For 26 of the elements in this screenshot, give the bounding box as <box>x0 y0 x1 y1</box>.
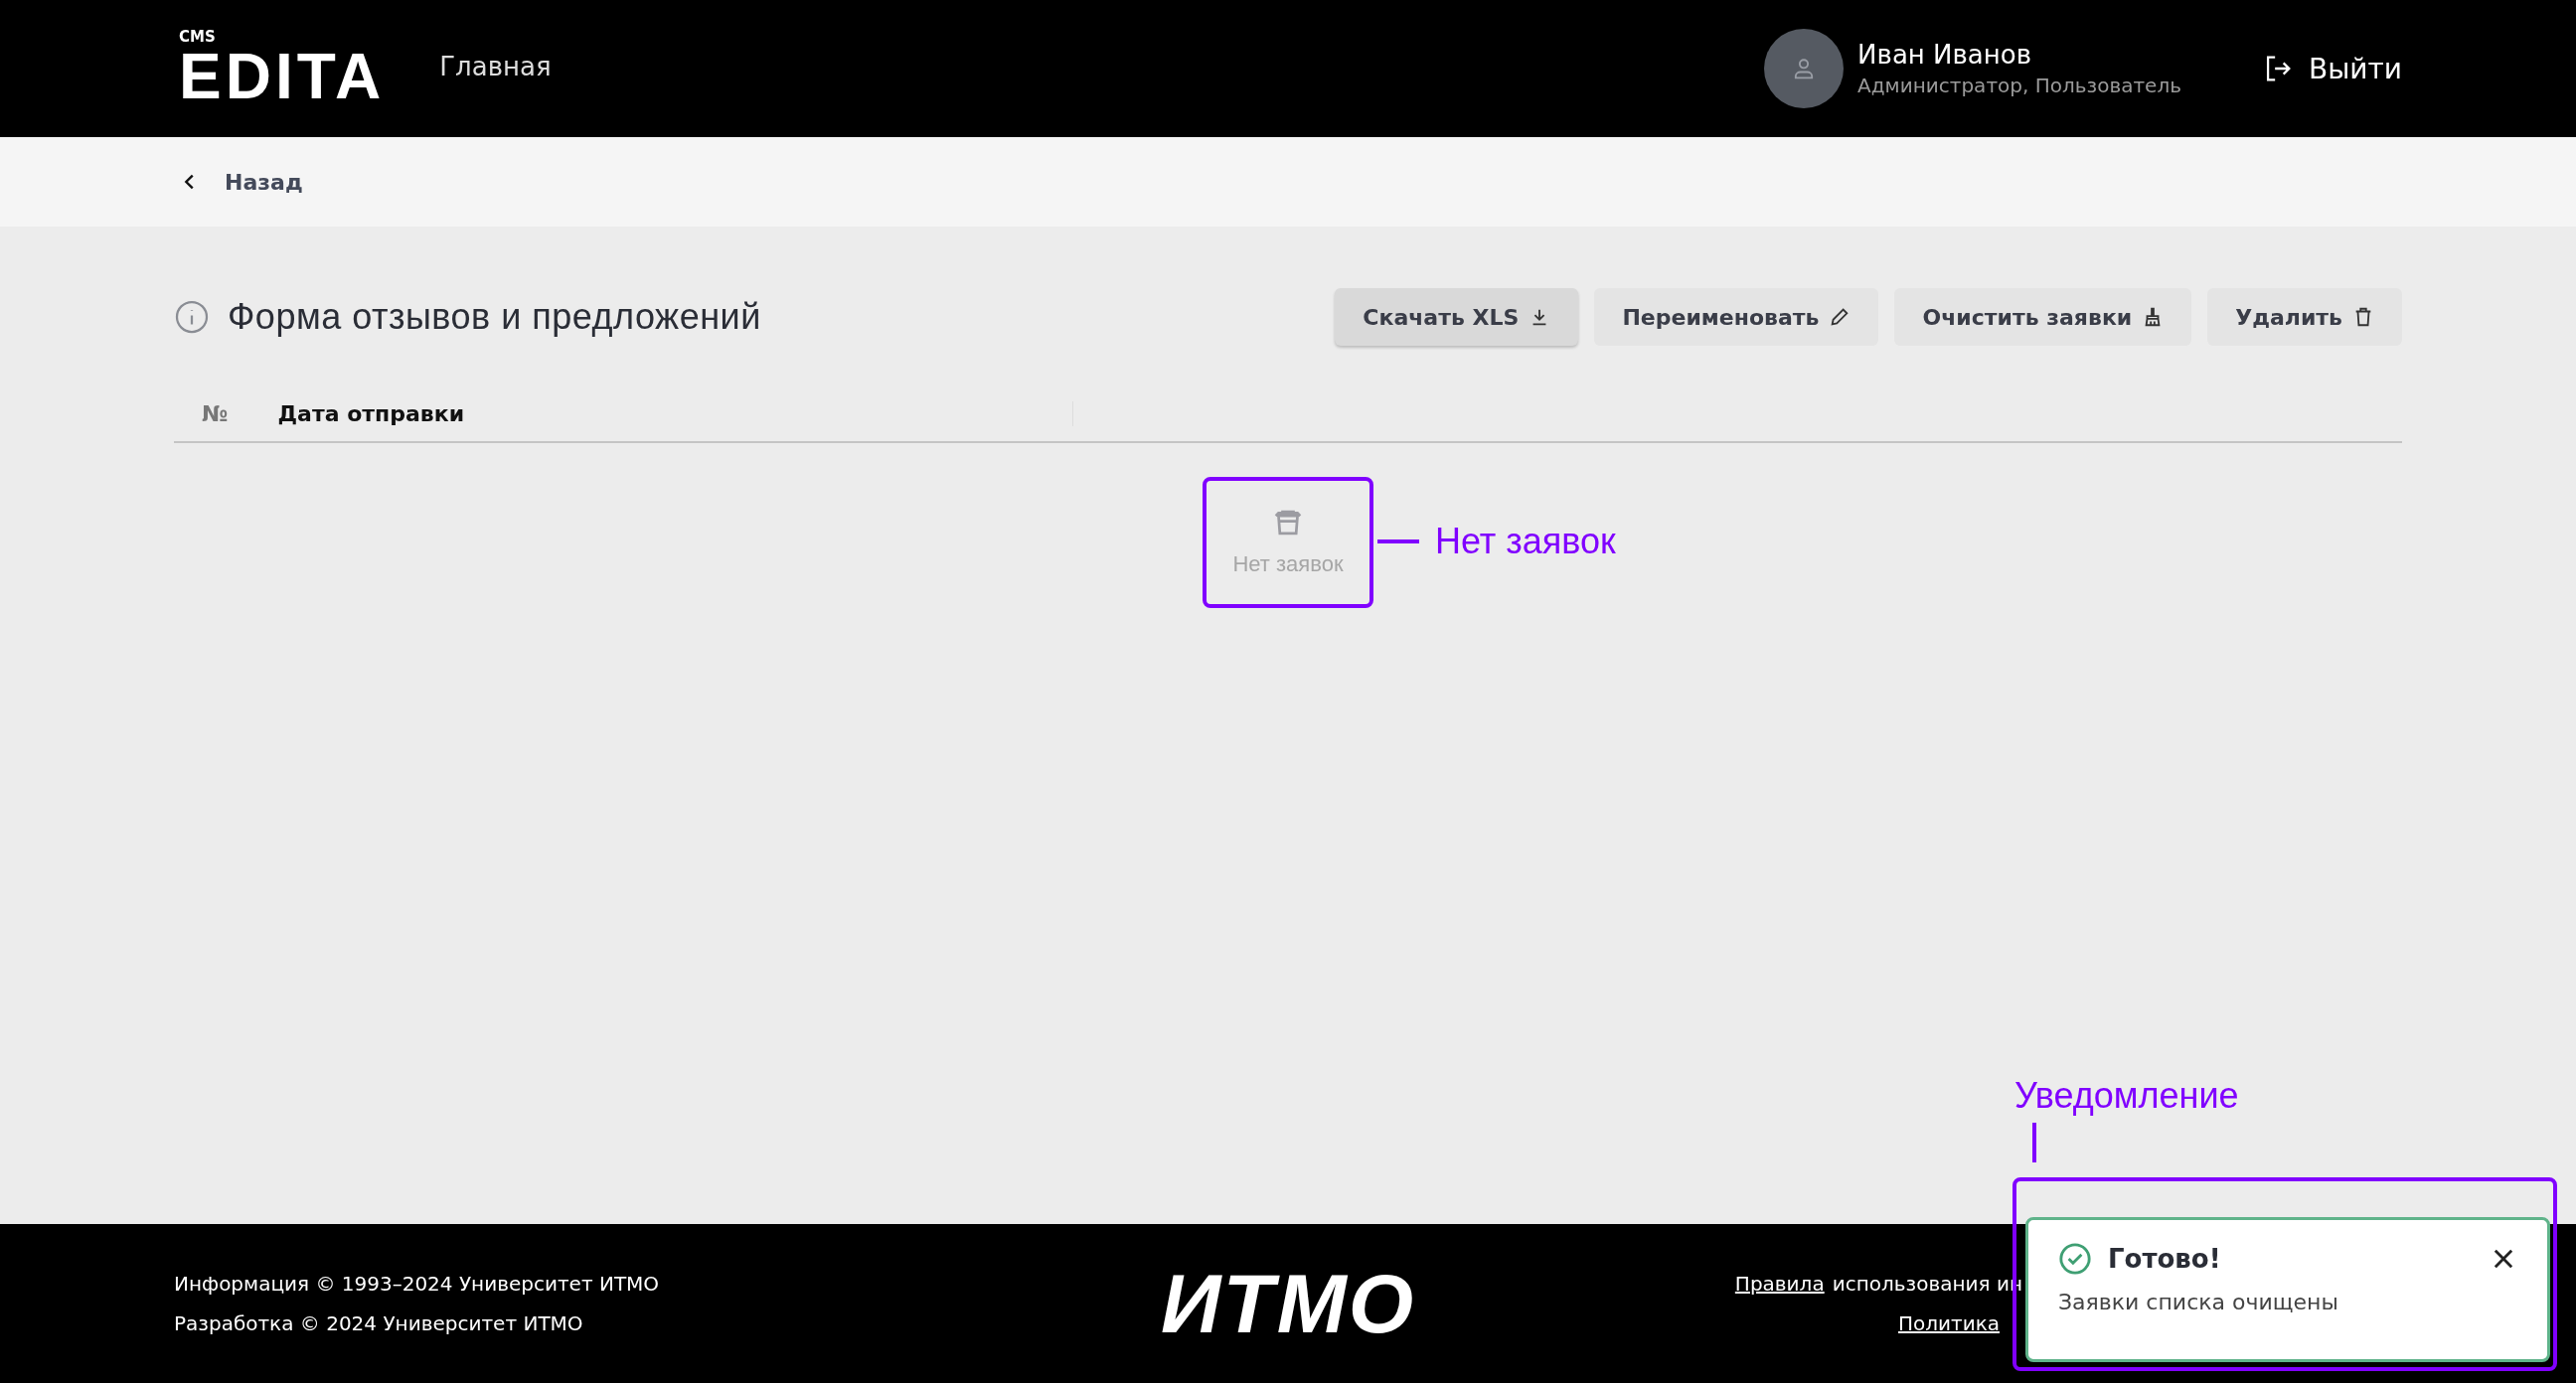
rules-link[interactable]: Правила <box>1734 1272 1825 1296</box>
annotation-label: Уведомление <box>2014 1075 2239 1117</box>
toolbar-button[interactable]: Очистить заявки <box>1894 288 2192 346</box>
logo[interactable]: EDITA <box>179 44 386 108</box>
footer-logo[interactable]: ИТМО <box>1160 1255 1416 1352</box>
logo-caption: CMS <box>179 29 217 45</box>
toast-message: Заявки списка очищены <box>2058 1290 2339 1314</box>
footer-text: Разработка © 2024 Университет ИТМО <box>174 1311 584 1335</box>
page-title: Форма отзывов и предложений <box>228 296 761 338</box>
policy-link[interactable]: Политика <box>1897 1311 2000 1335</box>
toolbar-button[interactable]: Переименовать <box>1594 288 1879 346</box>
info-icon[interactable] <box>174 299 210 335</box>
toolbar-button[interactable]: Скачать XLS <box>1335 288 1579 346</box>
empty-message: Нет заявок <box>1232 551 1344 577</box>
user-name: Иван Иванов <box>1857 40 2032 70</box>
user-roles: Администратор, Пользователь <box>1857 74 2181 97</box>
column-header: Дата отправки <box>255 400 1074 426</box>
check-circle-icon <box>2058 1242 2092 1276</box>
back-link[interactable]: Назад <box>179 169 303 195</box>
column-header: № <box>201 400 230 426</box>
toolbar-button[interactable]: Удалить <box>2207 288 2402 346</box>
nav-link[interactable]: Главная <box>439 52 552 81</box>
footer-text: Информация © 1993–2024 Университет ИТМО <box>174 1272 661 1296</box>
annotation-label: Нет заявок <box>1435 521 1616 562</box>
logout-button[interactable]: Выйти <box>2260 52 2402 85</box>
toast-title: Готово! <box>2108 1244 2221 1274</box>
